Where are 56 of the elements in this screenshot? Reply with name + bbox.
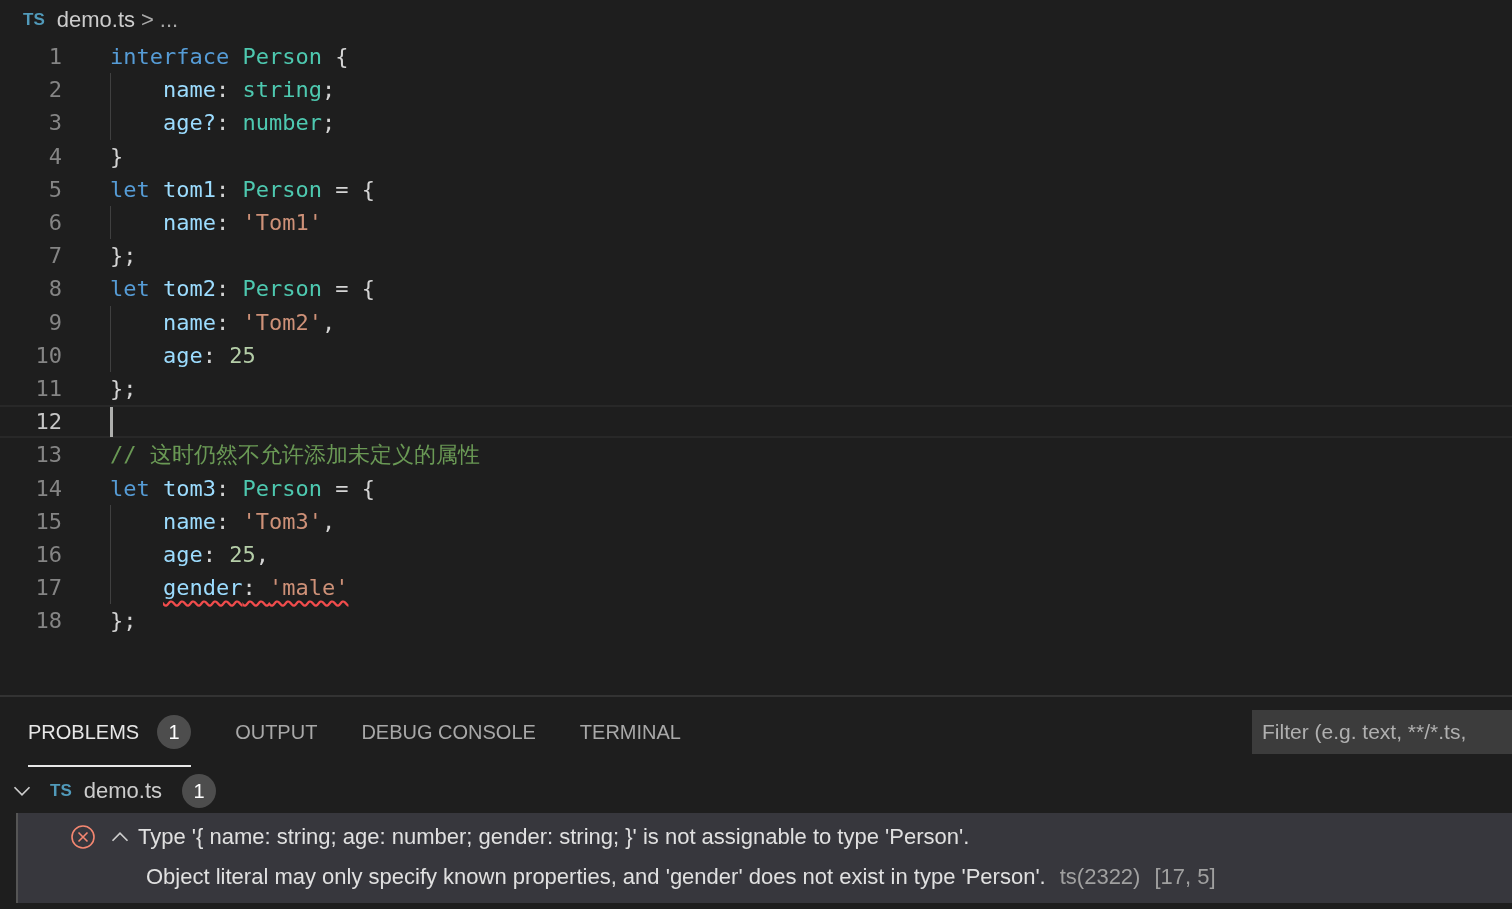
code-text: age?: number; [163,110,336,136]
line-number: 11 [34,375,63,401]
problem-detail: Object literal may only specify known properties, and 'gender' does not exist in type 'Person'. [146,864,1046,890]
code-text: name: 'Tom2', [163,309,336,335]
code-text: let tom2: Person = { [110,276,375,302]
code-text: name: 'Tom3', [163,508,336,534]
text-cursor [110,406,113,437]
line-number: 9 [47,309,63,335]
count-badge: 1 [157,715,192,749]
line-number: 1 [47,44,63,70]
line-number: 15 [34,508,63,534]
panel-tab[interactable]: DEBUG CONSOLE [361,697,536,767]
code-text: }; [110,243,137,269]
count-badge: 1 [182,774,216,808]
panel-tab[interactable]: TERMINAL [579,697,681,767]
panel-tab[interactable]: OUTPUT [235,697,318,767]
code-text: name: string; [163,77,336,103]
code-text: name: 'Tom1' [163,210,322,236]
line-number: 3 [47,110,63,136]
line-number: 7 [47,243,63,269]
error-code: ts(2322) [1059,864,1141,890]
code-text: }; [110,375,137,401]
code-text: interface Person { [110,44,349,70]
line-number: 5 [47,176,63,202]
error-position: [17, 5] [1154,864,1216,890]
line-number: 8 [47,276,63,302]
breadcrumb-file[interactable]: demo.ts [56,7,135,33]
line-number: 12 [34,409,63,435]
breadcrumb-more[interactable]: ... [159,7,179,33]
line-number: 18 [34,608,63,634]
line-number: 13 [34,442,63,468]
line-number: 14 [34,475,63,501]
typescript-file-icon: TS [50,781,72,801]
line-number: 17 [34,575,63,601]
code-text: age: 25, [163,541,269,567]
code-text: } [110,143,124,169]
code-text: age: 25 [163,342,256,368]
panel-tab[interactable]: PROBLEMS 1 [28,697,192,767]
code-text: }; [110,608,137,634]
filter-field[interactable]: Filter (e.g. text, **/*.ts, [1252,710,1512,754]
code-text: gender: 'male' [163,575,349,601]
code-text: let tom3: Person = { [110,475,375,501]
line-number: 4 [47,143,63,169]
typescript-file-icon: TS [23,10,45,30]
line-number: 2 [47,77,63,103]
line-number: 16 [34,541,63,567]
breadcrumb-separator: > [141,7,154,33]
problem-message: Type '{ name: string; age: number; gender: string; }' is not assignable to type 'Person'. [138,824,970,850]
code-text: // 这时仍然不允许添加未定义的属性 [110,440,480,469]
line-number: 10 [34,342,63,368]
error-icon [70,824,96,850]
line-number: 6 [47,210,63,236]
code-text: let tom1: Person = { [110,176,375,202]
file-name: demo.ts [83,778,162,804]
problem-file-row[interactable]: TS demo.ts 1 [0,773,1512,809]
problem-item[interactable] [18,813,1512,903]
